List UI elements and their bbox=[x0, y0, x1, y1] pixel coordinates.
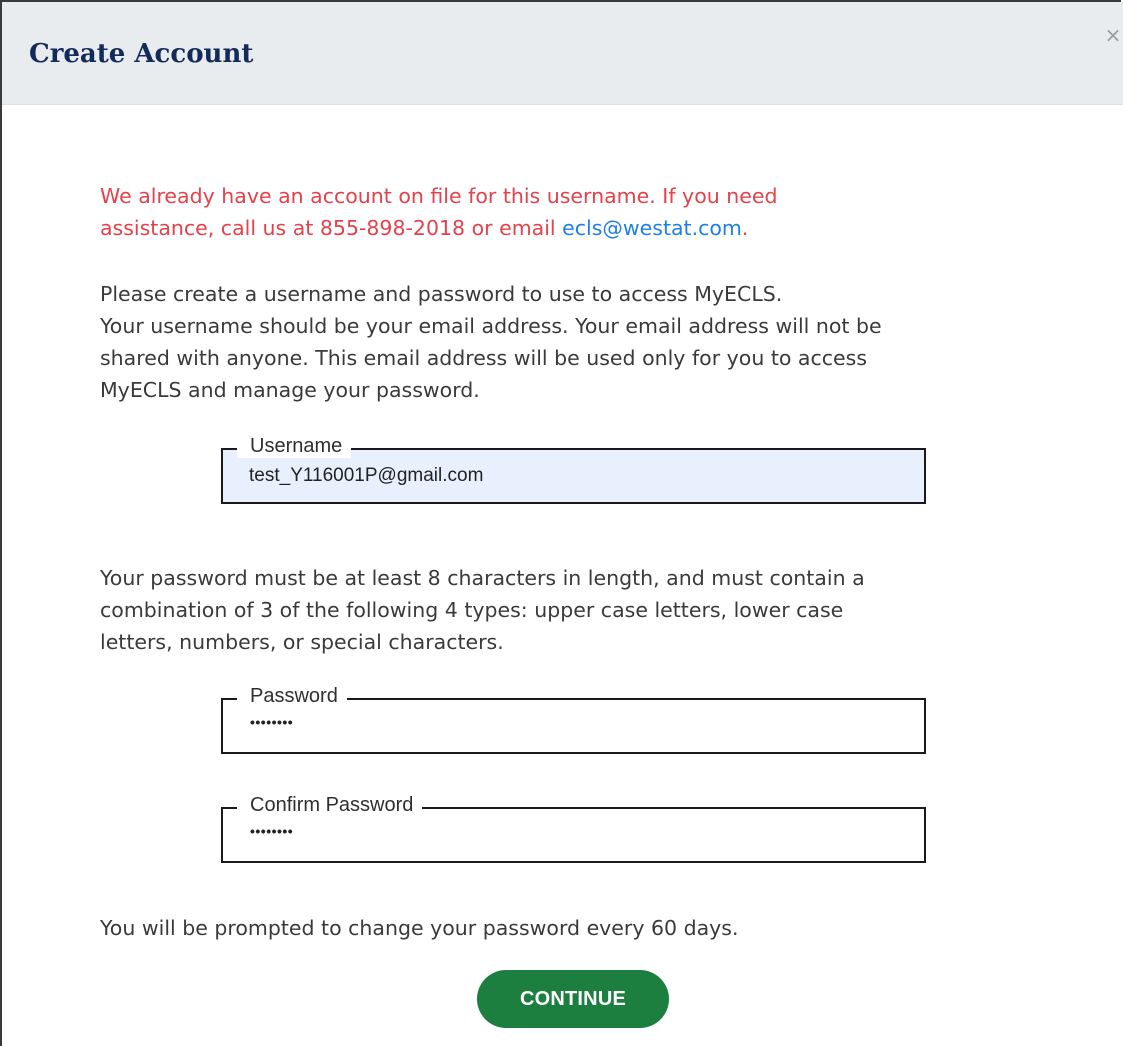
confirm-password-input[interactable]: •••••••• bbox=[250, 823, 293, 839]
intro-line-3: shared with anyone. This email address w… bbox=[100, 346, 868, 370]
continue-button[interactable]: CONTINUE bbox=[477, 970, 669, 1028]
dialog-header: Create Account × bbox=[2, 2, 1123, 105]
confirm-password-field[interactable]: Confirm Password •••••••• bbox=[221, 793, 926, 863]
create-account-dialog: Create Account × We already have an acco… bbox=[0, 0, 1123, 1046]
intro-line-4: MyECLS and manage your password. bbox=[100, 378, 480, 402]
intro-line-1: Please create a username and password to… bbox=[100, 282, 783, 306]
intro-line-2: Your username should be your email addre… bbox=[100, 314, 882, 338]
close-icon: × bbox=[1104, 23, 1122, 47]
support-email-link[interactable]: ecls@westat.com bbox=[562, 216, 742, 240]
dialog-title: Create Account bbox=[29, 39, 254, 69]
password-rules-line-2: combination of 3 of the following 4 type… bbox=[100, 598, 844, 622]
password-requirements: Your password must be at least 8 charact… bbox=[100, 562, 865, 658]
intro-instructions: Please create a username and password to… bbox=[100, 278, 882, 406]
error-line-1: We already have an account on file for t… bbox=[100, 184, 778, 208]
account-exists-error: We already have an account on file for t… bbox=[100, 180, 777, 244]
password-rules-line-1: Your password must be at least 8 charact… bbox=[100, 566, 865, 590]
error-line-2-prefix: assistance, call us at 855-898-2018 or e… bbox=[100, 216, 563, 240]
password-label: Password bbox=[237, 684, 347, 708]
password-input[interactable]: •••••••• bbox=[250, 714, 293, 730]
password-rules-line-3: letters, numbers, or special characters. bbox=[100, 630, 504, 654]
close-button[interactable]: × bbox=[1102, 24, 1123, 46]
username-field[interactable]: Username bbox=[221, 434, 926, 504]
password-expiry-notice: You will be prompted to change your pass… bbox=[100, 916, 739, 940]
confirm-password-label: Confirm Password bbox=[237, 793, 423, 817]
username-label: Username bbox=[237, 434, 352, 458]
error-line-2-suffix: . bbox=[741, 216, 749, 240]
username-input[interactable] bbox=[249, 462, 889, 490]
password-field[interactable]: Password •••••••• bbox=[221, 684, 926, 754]
